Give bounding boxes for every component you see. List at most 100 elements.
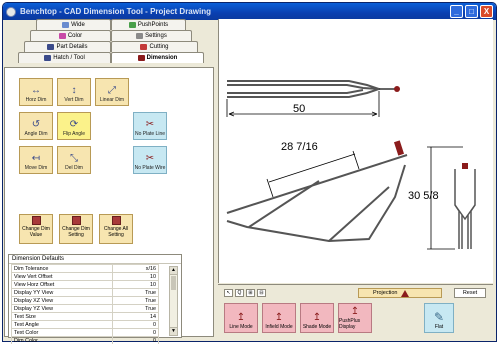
property-value[interactable]: x/16 — [112, 264, 159, 273]
end-view-marker — [462, 163, 468, 169]
tool-button[interactable]: ⤢ Linear Dim — [95, 78, 129, 106]
zoom-icon[interactable]: Q — [235, 289, 244, 297]
tool-icon: ↺ — [31, 119, 41, 130]
tool-button[interactable]: ✂ No Plate Line — [133, 112, 167, 140]
table-row[interactable]: Text Size 14 — [11, 312, 159, 321]
tab-pushpoints[interactable]: PushPoints — [111, 19, 186, 30]
table-row[interactable]: Dim Color 0 — [11, 336, 159, 344]
mode-label: Shade Mode — [302, 324, 332, 330]
tool-label: Angle Dim — [24, 131, 48, 137]
tab-row-4: Hatch / Tool Dimension — [18, 52, 204, 63]
scroll-up-icon[interactable]: ▲ — [170, 267, 177, 275]
maximize-button[interactable]: □ — [465, 5, 478, 18]
tab-label: Cutting — [149, 44, 169, 50]
property-name: View Horz Offset — [11, 280, 113, 289]
tool-button[interactable]: ↺ Angle Dim — [19, 112, 53, 140]
tool-button[interactable]: ✂ No Plate Wire — [133, 146, 167, 174]
property-value[interactable]: True — [112, 288, 159, 297]
infield-mode-button[interactable]: ↥ Infield Mode — [262, 303, 296, 333]
button-label: Change All Setting — [103, 226, 129, 238]
zoom-out-icon[interactable]: ⊟ — [257, 289, 266, 297]
property-name: Display XZ View — [11, 296, 113, 305]
window-controls: _ □ X — [450, 5, 493, 18]
drawing-canvas[interactable]: 50 28 7/16 30 5/8 — [218, 19, 493, 283]
tool-panel: Wide PushPoints Color Settings Part Deta… — [2, 19, 216, 344]
change-setting-icon — [71, 216, 81, 225]
tab-dimension[interactable]: Dimension — [111, 52, 204, 63]
tool-button[interactable]: ↕ Vert Dim — [57, 78, 91, 106]
table-row[interactable]: Display YZ View True — [11, 304, 159, 313]
end-view-part — [454, 169, 476, 249]
dimension-label-height[interactable]: 30 5/8 — [408, 190, 439, 202]
change-value-icon — [31, 216, 41, 225]
change-dim-value-button[interactable]: Change Dim Value — [19, 214, 53, 244]
table-row[interactable]: View Horz Offset 10 — [11, 280, 159, 289]
flat-button[interactable]: ✎ Flat — [424, 303, 454, 333]
shade-mode-icon: ↥ — [312, 312, 322, 323]
app-icon — [6, 6, 16, 17]
tool-button[interactable]: ⟳ Flip Angle — [57, 112, 91, 140]
property-value[interactable]: 0 — [112, 336, 159, 344]
tab-hatch-tool[interactable]: Hatch / Tool — [18, 52, 111, 63]
change-dim-setting-button[interactable]: Change Dim Setting — [59, 214, 93, 244]
table-row[interactable]: View Vert Offset 10 — [11, 272, 159, 281]
property-name: Display YZ View — [11, 304, 113, 313]
tab-label: Hatch / Tool — [53, 55, 85, 61]
pushplus-display-button[interactable]: ↥ PushPlus Display — [338, 303, 372, 333]
shade-mode-button[interactable]: ↥ Shade Mode — [300, 303, 334, 333]
property-value[interactable]: 0 — [112, 328, 159, 337]
property-value[interactable]: True — [112, 296, 159, 305]
side-view-marker — [393, 140, 405, 156]
dimension-label-angled[interactable]: 28 7/16 — [281, 141, 318, 153]
part-details-icon — [47, 44, 55, 50]
tab-part-details[interactable]: Part Details — [24, 41, 111, 52]
defaults-scrollbar[interactable]: ▲ ▼ — [169, 266, 178, 336]
dimension-label-length[interactable]: 50 — [293, 103, 305, 115]
color-icon — [58, 33, 66, 39]
tool-button[interactable]: ⤡ Del Dim — [57, 146, 91, 174]
tool-icon: ⤡ — [70, 153, 78, 164]
tab-wide[interactable]: Wide — [36, 19, 111, 30]
dimension-tab-body: ↔ Horz Dim ↕ Vert Dim ⤢ Linear Dim ↺ Angle Dim ⟳… — [4, 67, 214, 344]
table-row[interactable]: Dim Tolerance x/16 — [11, 264, 159, 273]
tab-cutting[interactable]: Cutting — [111, 41, 198, 52]
table-row[interactable]: Text Angle 0 — [11, 320, 159, 329]
flat-icon: ✎ — [433, 310, 445, 324]
tool-button[interactable]: ↤ Move Dim — [19, 146, 53, 174]
wide-icon — [62, 22, 70, 28]
top-view-part — [227, 80, 395, 98]
change-all-setting-button[interactable]: Change All Setting — [99, 214, 133, 244]
tool-icon: ⤢ — [108, 85, 116, 96]
property-value[interactable]: 14 — [112, 312, 159, 321]
property-value[interactable]: 10 — [112, 280, 159, 289]
property-value[interactable]: 10 — [112, 272, 159, 281]
change-all-icon — [111, 216, 121, 225]
reset-button[interactable]: Reset — [454, 288, 486, 298]
pointer-icon[interactable]: ↖ — [224, 289, 233, 297]
table-row[interactable]: Display YY View True — [11, 288, 159, 297]
table-row[interactable]: Display XZ View True — [11, 296, 159, 305]
scroll-down-icon[interactable]: ▼ — [170, 327, 177, 335]
drawing-svg — [226, 80, 476, 250]
close-button[interactable]: X — [480, 5, 493, 18]
table-row[interactable]: Text Color 0 — [11, 328, 159, 337]
line-mode-button[interactable]: ↥ Line Mode — [224, 303, 258, 333]
tool-label: No Plate Wire — [134, 165, 166, 171]
tool-button[interactable]: ↔ Horz Dim — [19, 78, 53, 106]
scroll-thumb[interactable] — [171, 276, 176, 290]
pushplus-icon: ↥ — [350, 306, 360, 317]
flat-label: Flat — [434, 324, 444, 330]
window-title: Benchtop - CAD Dimension Tool - Project … — [20, 7, 211, 16]
property-value[interactable]: True — [112, 304, 159, 313]
property-value[interactable]: 0 — [112, 320, 159, 329]
tab-settings[interactable]: Settings — [111, 30, 192, 41]
tab-label: Wide — [71, 22, 85, 28]
mini-toolbar: ↖ Q ⊞ ⊟ — [224, 289, 266, 297]
tab-color[interactable]: Color — [30, 30, 111, 41]
minimize-button[interactable]: _ — [450, 5, 463, 18]
tool-icon: ↤ — [31, 153, 41, 164]
zoom-in-icon[interactable]: ⊞ — [246, 289, 255, 297]
projection-button[interactable]: Projection — [358, 288, 442, 298]
side-view-part — [226, 154, 408, 243]
tool-label: Horz Dim — [25, 97, 47, 103]
